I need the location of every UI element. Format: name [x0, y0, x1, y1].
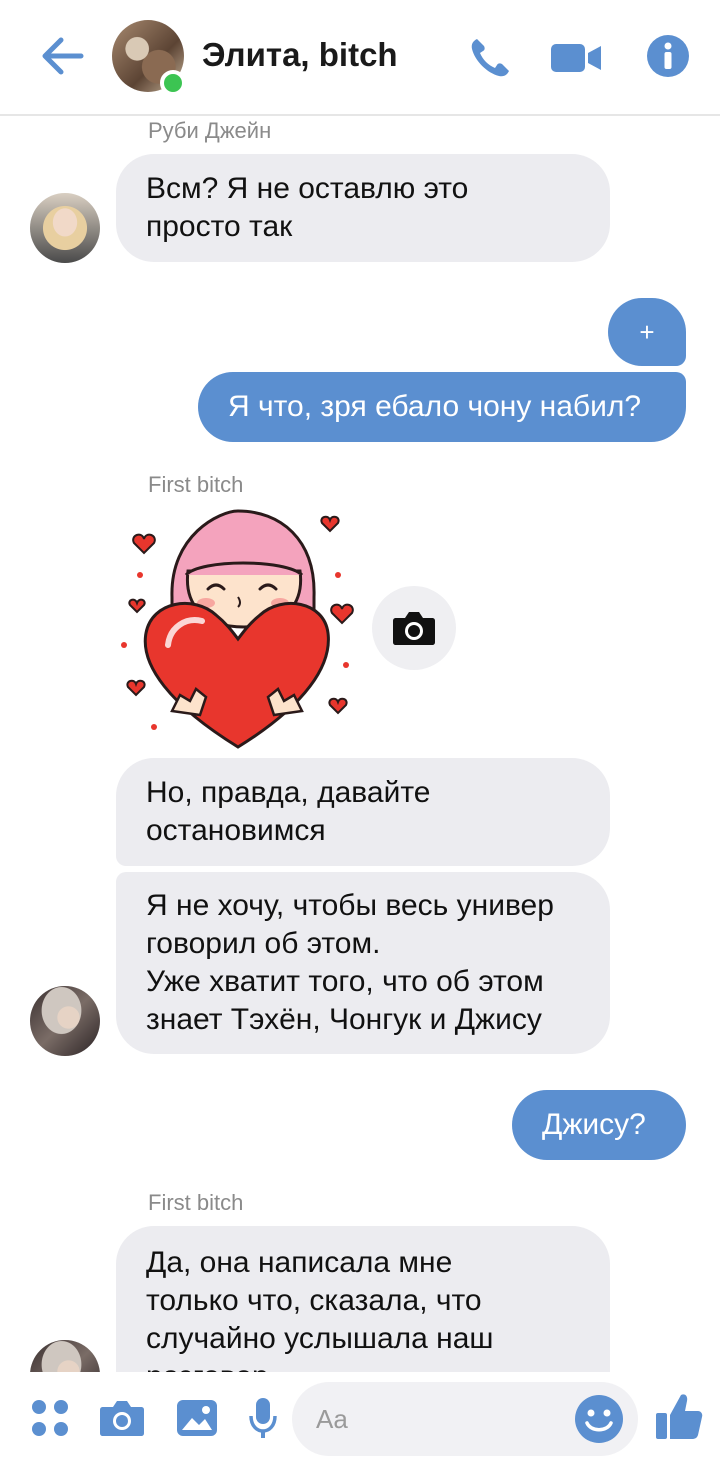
message-text: Да, она написала мне — [146, 1246, 453, 1279]
message-text: Я что, зря ебало чону набил? — [228, 390, 642, 423]
message-text: Всм? Я не оставлю это — [146, 172, 469, 205]
message-text: Джису? — [542, 1108, 646, 1141]
message-text: Но, правда, давайте — [146, 776, 431, 809]
message-bubble[interactable]: Всм? Я не оставлю это просто так — [116, 154, 610, 262]
message-text: просто так — [146, 210, 293, 243]
thumbs-up-icon[interactable] — [654, 1390, 704, 1442]
message-text: Я не хочу, чтобы весь универ — [146, 889, 554, 922]
gallery-icon[interactable] — [174, 1396, 220, 1440]
camera-icon[interactable] — [98, 1396, 146, 1440]
message-text: знает Тэхён, Чонгук и Джису — [146, 1003, 542, 1036]
composer-bar: Aa — [0, 1372, 720, 1462]
message-input[interactable]: Aa — [292, 1382, 638, 1456]
chat-title[interactable]: Элита, bitch — [202, 36, 398, 74]
message-text: остановимся — [146, 814, 326, 847]
back-arrow-icon[interactable] — [34, 30, 90, 82]
sender-name: First bitch — [148, 1190, 244, 1215]
avatar[interactable] — [30, 193, 100, 263]
message-text: говорил об этом. — [146, 927, 381, 960]
chat-header: Элита, bitch — [0, 0, 720, 116]
sender-name: First bitch — [148, 472, 244, 497]
online-indicator — [160, 70, 186, 96]
info-icon[interactable] — [642, 30, 694, 82]
message-bubble[interactable]: Но, правда, давайте остановимся — [116, 758, 610, 866]
message-text: Уже хватит того, что об этом — [146, 965, 544, 998]
message-bubble[interactable]: Джису? — [512, 1090, 686, 1160]
avatar[interactable] — [30, 986, 100, 1056]
apps-icon[interactable] — [28, 1396, 72, 1440]
phone-icon[interactable] — [462, 30, 518, 86]
camera-icon[interactable] — [372, 586, 456, 670]
message-text: + — [639, 317, 655, 347]
message-input-placeholder: Aa — [316, 1404, 348, 1434]
video-camera-icon[interactable] — [548, 32, 604, 84]
sender-name: Руби Джейн — [148, 118, 272, 143]
heart-girl-sticker[interactable] — [110, 505, 360, 755]
message-bubble[interactable]: Я что, зря ебало чону набил? — [198, 372, 686, 442]
message-text: только что, сказала, что — [146, 1284, 482, 1317]
message-text: случайно услышала наш — [146, 1322, 494, 1355]
emoji-icon[interactable] — [574, 1394, 624, 1444]
message-bubble[interactable]: + — [608, 298, 686, 366]
message-bubble[interactable]: Я не хочу, чтобы весь универ говорил об … — [116, 872, 610, 1054]
microphone-icon[interactable] — [246, 1394, 280, 1442]
